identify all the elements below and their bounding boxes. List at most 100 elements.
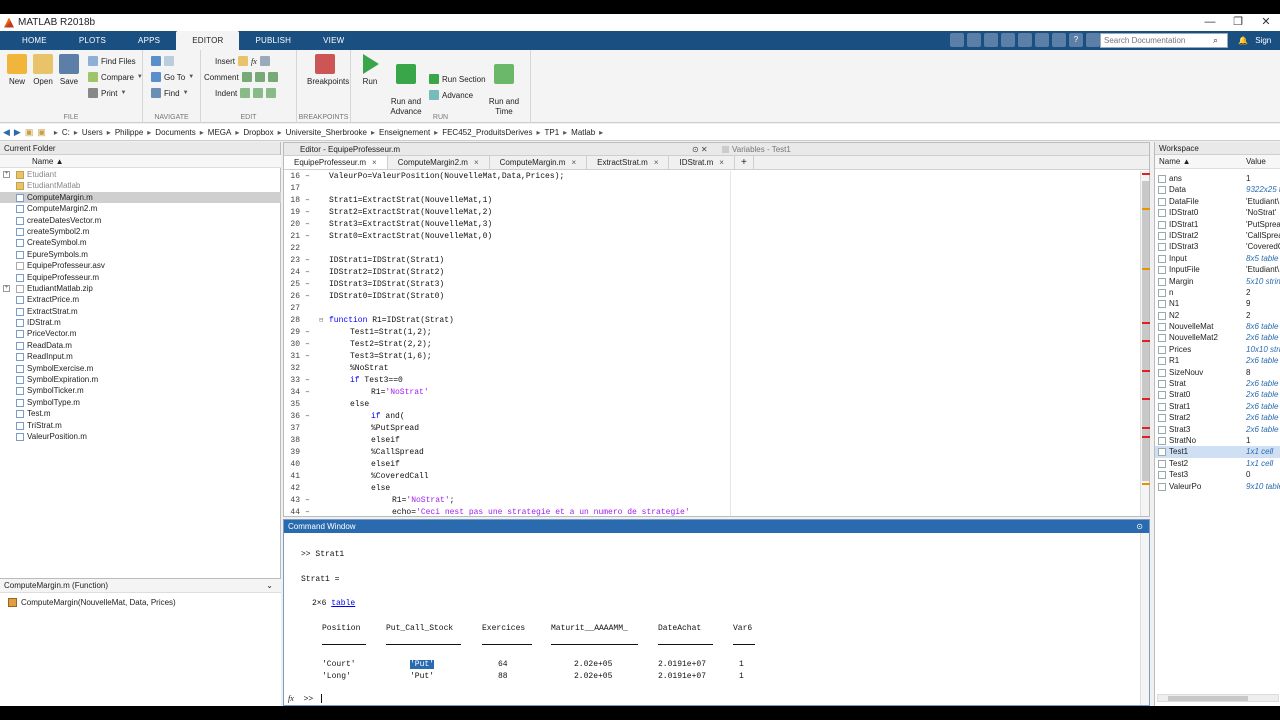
breakpoint-marker[interactable]: – — [305, 207, 310, 219]
workspace-variable-row[interactable]: DataFile 'Etudiant\... — [1155, 196, 1280, 207]
folder-list-item[interactable]: createSymbol2.m — [0, 226, 281, 237]
breakpoint-marker[interactable]: – — [305, 375, 310, 387]
switch-windows-icon[interactable] — [1052, 33, 1066, 47]
run-section-button[interactable]: Run Section — [429, 74, 486, 84]
indent-button[interactable]: Indent — [215, 88, 277, 98]
workspace-variable-row[interactable]: InputFile 'Etudiant\... — [1155, 264, 1280, 275]
workspace-variable-row[interactable]: Margin 5x10 string — [1155, 276, 1280, 287]
breadcrumb-item[interactable]: TP1 — [544, 128, 559, 137]
run-and-advance-button[interactable]: Run and Advance — [389, 54, 423, 117]
chevron-right-icon[interactable]: ▸ — [107, 128, 111, 137]
folder-list-item[interactable]: ReadData.m — [0, 340, 281, 351]
workspace-variable-row[interactable]: Input 8x5 table — [1155, 253, 1280, 264]
editor-tab[interactable]: EquipeProfesseur.m × — [284, 156, 388, 169]
table-cell[interactable]: 2.0191e+07 — [658, 660, 706, 669]
workspace-variable-row[interactable]: n2 — [1155, 287, 1280, 298]
editor-panel-controls[interactable]: ⊙ ✕ — [692, 143, 708, 156]
code-line[interactable]: 16– ValeurPo=ValeurPosition(NouvelleMat,D… — [284, 171, 1139, 183]
breakpoint-marker[interactable]: – — [305, 291, 310, 303]
folder-list-item[interactable]: Test.m — [0, 408, 281, 419]
table-cell[interactable]: 'Court' — [322, 660, 356, 669]
folder-list-item[interactable]: IDStrat.m — [0, 317, 281, 328]
workspace-variable-row[interactable]: NouvelleMat 8x6 table — [1155, 321, 1280, 332]
find-button[interactable]: Find ▼ — [151, 88, 189, 98]
code-line[interactable]: 44– echo='Ceci nest pas une strategie et … — [284, 507, 1139, 516]
breadcrumb-item[interactable]: C: — [62, 128, 70, 137]
close-tab-icon[interactable]: × — [719, 158, 724, 167]
breakpoint-marker[interactable]: – — [305, 411, 310, 423]
folder-list-item[interactable]: SymbolExercise.m — [0, 363, 281, 374]
code-line[interactable]: 33– if Test3==0 — [284, 375, 1139, 387]
code-line[interactable]: 31– Test3=Strat(1,6); — [284, 351, 1139, 363]
code-line[interactable]: 20– Strat3=ExtractStrat(NouvelleMat,3) — [284, 219, 1139, 231]
workspace-variable-row[interactable]: Strat0 2x6 table — [1155, 389, 1280, 400]
expand-icon[interactable]: + — [3, 284, 10, 292]
command-output[interactable]: >> Strat1 Strat1 = 2×6 table Position Put… — [284, 533, 1141, 693]
decrease-indent-icon[interactable] — [266, 88, 277, 98]
error-mark[interactable] — [1142, 173, 1150, 175]
chevron-right-icon[interactable]: ▸ — [599, 128, 603, 137]
close-tab-icon[interactable]: × — [654, 158, 659, 167]
breadcrumb-item[interactable]: FEC452_ProduitsDerives — [442, 128, 532, 137]
save-button[interactable]: Save — [52, 54, 86, 87]
folder-list-item[interactable]: createDatesVector.m — [0, 215, 281, 226]
code-line[interactable]: 42 else — [284, 483, 1139, 495]
breadcrumb-item[interactable]: Users — [82, 128, 103, 137]
error-mark[interactable] — [1142, 398, 1150, 400]
folder-list-item[interactable]: ExtractPrice.m — [0, 294, 281, 305]
variables-tab-title[interactable]: Variables - Test1 — [722, 143, 791, 156]
scrollbar-thumb[interactable] — [1168, 696, 1248, 701]
wrap-comment-icon[interactable] — [267, 72, 278, 82]
workspace-variable-row[interactable]: StratNo 1 — [1155, 435, 1280, 446]
folder-list-item[interactable]: + EtudiantMatlab.zip — [0, 283, 281, 294]
breadcrumb-item[interactable]: MEGA — [208, 128, 232, 137]
code-line[interactable]: 25– IDStrat3=IDStrat(Strat3) — [284, 279, 1139, 291]
breakpoint-marker[interactable]: – — [305, 195, 310, 207]
browse-folder-icon[interactable]: ▣ — [37, 127, 46, 138]
increase-indent-icon[interactable] — [253, 88, 264, 98]
code-line[interactable]: 28 ⊟ function R1=IDStrat(Strat) — [284, 315, 1139, 327]
folder-list-item[interactable]: ValeurPosition.m — [0, 431, 281, 442]
workspace-variable-row[interactable]: SizeNouv 8 — [1155, 367, 1280, 378]
close-button[interactable]: ✕ — [1252, 14, 1280, 31]
breakpoints-button[interactable]: Breakpoints — [307, 54, 349, 87]
breakpoint-marker[interactable]: – — [305, 255, 310, 267]
breadcrumb-item[interactable]: Matlab — [571, 128, 595, 137]
code-line[interactable]: 38 elseif — [284, 435, 1139, 447]
details-header[interactable]: ComputeMargin.m (Function) ⌄ — [0, 579, 281, 593]
workspace-variable-row[interactable]: NouvelleMat2 2x6 table — [1155, 332, 1280, 343]
folder-list-item[interactable]: + Etudiant — [0, 169, 281, 180]
uncomment-icon[interactable] — [254, 72, 265, 82]
workspace-variable-row[interactable]: IDStrat0 'NoStrat' — [1155, 207, 1280, 218]
search-icon[interactable]: ⌕ — [1213, 35, 1218, 46]
breadcrumb-item[interactable]: Enseignement — [379, 128, 430, 137]
back-forward-buttons[interactable] — [151, 56, 174, 66]
table-cell[interactable]: 'Put' — [410, 672, 434, 681]
code-line[interactable]: 43– R1='NoStrat'; — [284, 495, 1139, 507]
folder-list-item[interactable]: ComputeMargin2.m — [0, 203, 281, 214]
warning-mark[interactable] — [1142, 208, 1150, 210]
code-area[interactable]: 16– ValeurPo=ValeurPosition(NouvelleMat,D… — [284, 171, 1139, 516]
editor-tab[interactable]: ExtractStrat.m × — [587, 156, 670, 169]
paste-quick-icon[interactable] — [1001, 33, 1015, 47]
workspace-variable-row[interactable]: Strat2 2x6 table — [1155, 412, 1280, 423]
breakpoint-marker[interactable]: – — [305, 327, 310, 339]
editor-tab[interactable]: ComputeMargin.m × — [490, 156, 588, 169]
workspace-variable-row[interactable]: Test3 0 — [1155, 469, 1280, 480]
options-icon[interactable] — [1086, 33, 1100, 47]
code-line[interactable]: 32 %NoStrat — [284, 363, 1139, 375]
copy-quick-icon[interactable] — [984, 33, 998, 47]
insert-function-fx[interactable]: fx — [251, 57, 257, 66]
code-line[interactable]: 37 %PutSpread — [284, 423, 1139, 435]
workspace-variable-row[interactable]: ValeurPo 9x10 table — [1155, 481, 1280, 492]
chevron-down-icon[interactable]: ⌄ — [266, 579, 273, 593]
folder-list-item[interactable]: SymbolExpiration.m — [0, 374, 281, 385]
workspace-variable-row[interactable]: Strat1 2x6 table — [1155, 401, 1280, 412]
table-cell[interactable]: 2.0191e+07 — [658, 672, 706, 681]
close-tab-icon[interactable]: × — [474, 158, 479, 167]
breakpoint-marker[interactable]: – — [305, 231, 310, 243]
chevron-right-icon[interactable]: ▸ — [278, 128, 282, 137]
folder-list-item[interactable]: CreateSymbol.m — [0, 237, 281, 248]
maximize-button[interactable]: ❐ — [1224, 14, 1252, 31]
fold-icon[interactable]: ⊟ — [319, 315, 323, 327]
